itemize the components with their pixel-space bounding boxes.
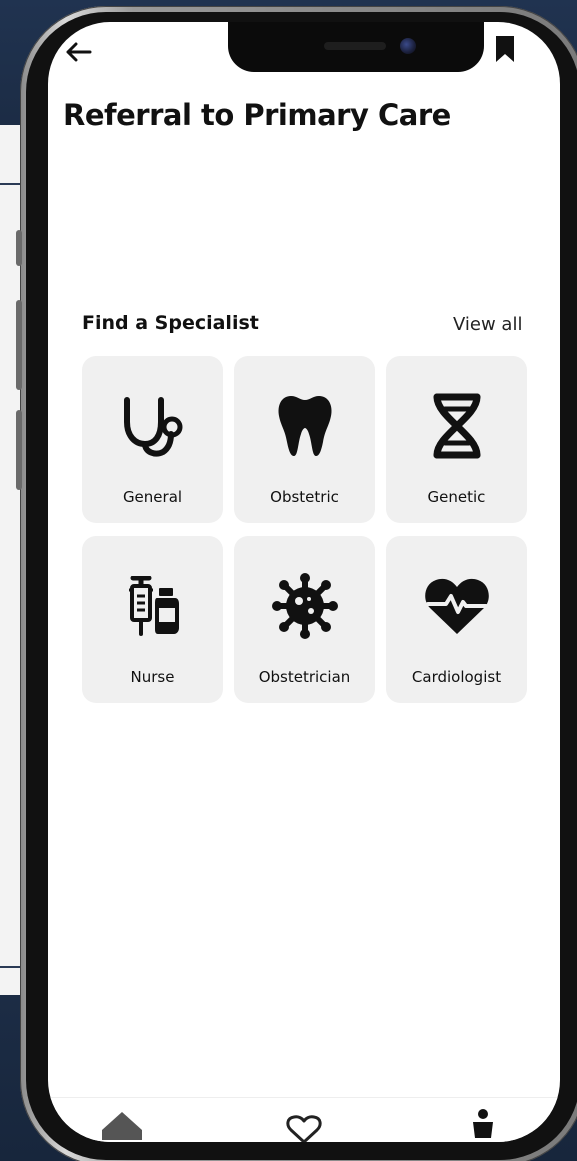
arrow-left-icon[interactable] — [64, 42, 92, 62]
tooth-icon — [234, 394, 375, 458]
specialist-label: Cardiologist — [411, 668, 502, 686]
home-icon[interactable] — [100, 1110, 144, 1140]
syringe-vial-icon — [82, 574, 223, 638]
bottom-nav — [48, 1097, 560, 1142]
stethoscope-icon — [82, 394, 223, 458]
phone-notch — [228, 22, 484, 72]
specialist-card-obstetric[interactable]: Obstetric — [234, 356, 375, 523]
specialist-card-genetic[interactable]: Genetic — [386, 356, 527, 523]
phone-side-button — [16, 410, 22, 490]
page-title: Referral to Primary Care — [63, 98, 451, 132]
phone-screen: Referral to Primary Care Find a Speciali… — [48, 22, 560, 1142]
dna-icon — [386, 393, 527, 459]
specialist-label: Obstetric — [270, 488, 339, 506]
speaker-grill — [324, 42, 386, 50]
specialist-label: Genetic — [427, 488, 486, 506]
phone-side-button — [16, 300, 22, 390]
specialist-card-obstetrician[interactable]: Obstetrician — [234, 536, 375, 703]
specialist-label: Obstetrician — [258, 668, 351, 686]
specialist-card-cardiologist[interactable]: Cardiologist — [386, 536, 527, 703]
section-title: Find a Specialist — [82, 312, 259, 334]
bookmark-icon[interactable] — [494, 36, 516, 62]
specialist-card-nurse[interactable]: Nurse — [82, 536, 223, 703]
specialist-label: Nurse — [130, 668, 175, 686]
virus-icon — [234, 573, 375, 639]
phone-side-button — [16, 230, 22, 266]
view-all-link[interactable]: View all — [453, 314, 522, 335]
front-camera — [400, 38, 416, 54]
specialist-card-general[interactable]: General — [82, 356, 223, 523]
specialist-label: General — [122, 488, 183, 506]
heart-pulse-icon — [386, 574, 527, 638]
heart-outline-icon[interactable] — [286, 1114, 322, 1142]
person-icon[interactable] — [468, 1108, 498, 1142]
